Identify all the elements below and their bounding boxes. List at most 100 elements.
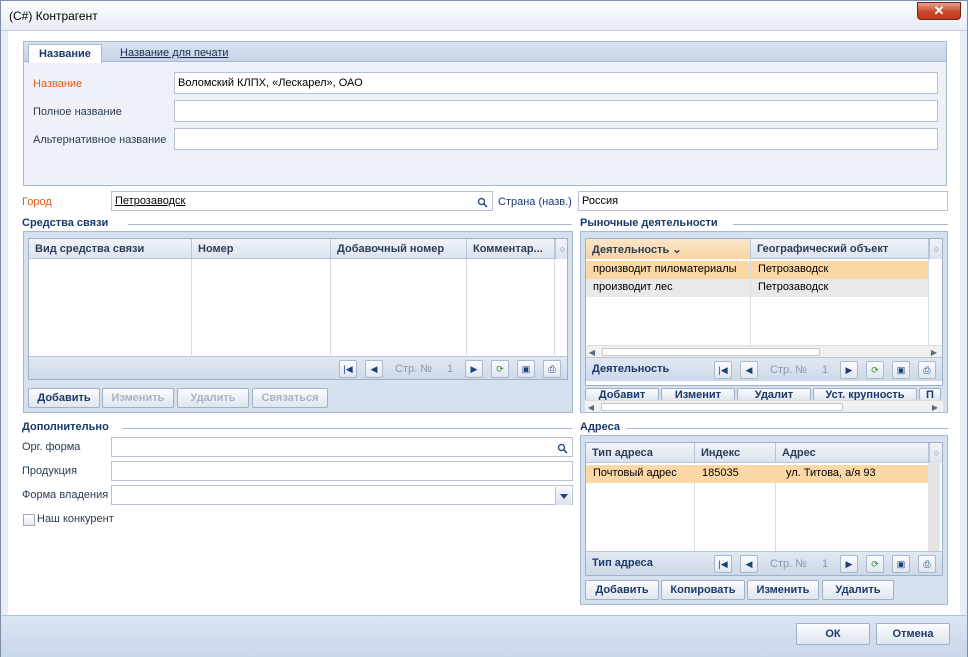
chevron-down-icon[interactable] [555, 487, 571, 505]
refresh-icon[interactable]: ⟳ [491, 360, 509, 378]
add-address-button[interactable]: Добавить [585, 580, 659, 600]
contractor-window: (C#) Контрагент ✕ Название Название для … [0, 0, 968, 657]
tab-strip: Название Название для печати [24, 42, 946, 63]
first-page-icon[interactable]: |◀ [714, 361, 732, 379]
delete-activity-button[interactable]: Удалит [737, 388, 811, 400]
market-divider [733, 224, 948, 225]
col-geo-object[interactable]: Географический объект [751, 239, 929, 259]
col-contact-type[interactable]: Вид средства связи [29, 239, 192, 259]
delete-contact-button[interactable]: Удалить [177, 388, 249, 408]
sort-desc-icon: ⌄ [672, 244, 682, 256]
market-panel: Деятельность ⌄ Географический объект ○ п… [580, 231, 948, 413]
country-field[interactable]: Россия [578, 191, 948, 211]
table-row[interactable]: производит лес Петрозаводск [586, 279, 929, 297]
col-address-type[interactable]: Тип адреса [586, 443, 695, 463]
set-quality-button[interactable]: Уст. крупность [813, 388, 917, 400]
ok-button[interactable]: ОК [796, 623, 870, 645]
org-form-field[interactable] [111, 437, 573, 457]
col-comment[interactable]: Комментар... [467, 239, 555, 259]
market-section-title: Рыночные деятельности [580, 217, 718, 229]
name-field[interactable]: Воломский КЛПХ, «Лескарел», ОАО [174, 72, 938, 94]
next-page-icon[interactable]: ▶ [840, 555, 858, 573]
tab-name[interactable]: Название [28, 44, 102, 63]
cancel-button[interactable]: Отмена [876, 623, 950, 645]
addresses-vscroll[interactable] [928, 463, 940, 551]
col-activity[interactable]: Деятельность ⌄ [586, 239, 751, 259]
search-icon[interactable] [553, 439, 571, 457]
delete-address-button[interactable]: Удалить [822, 580, 894, 600]
col-index[interactable]: Индекс [695, 443, 776, 463]
next-page-icon[interactable]: ▶ [840, 361, 858, 379]
addresses-grid-header: Тип адреса Индекс Адрес [586, 443, 942, 463]
edit-contact-button[interactable]: Изменить [102, 388, 174, 408]
prev-page-icon[interactable]: ◀ [740, 555, 758, 573]
col-extension[interactable]: Добавочный номер [331, 239, 467, 259]
buttons-hscroll[interactable]: ◀ ▶ [585, 400, 943, 412]
col-address[interactable]: Адрес [776, 443, 929, 463]
more-activity-button[interactable]: П [919, 388, 941, 400]
addresses-column-chooser-icon[interactable]: ○ [929, 443, 942, 463]
save-icon[interactable]: ▣ [517, 360, 535, 378]
prev-page-icon[interactable]: ◀ [365, 360, 383, 378]
close-button[interactable]: ✕ [917, 2, 961, 20]
country-label: Страна (назв.) [498, 196, 572, 208]
save-icon[interactable]: ▣ [892, 361, 910, 379]
save-icon[interactable]: ▣ [892, 555, 910, 573]
contacts-panel: Вид средства связи Номер Добавочный номе… [23, 231, 573, 413]
fullname-field[interactable] [174, 100, 938, 122]
city-label: Город [22, 196, 52, 208]
column-chooser-icon[interactable]: ○ [555, 239, 567, 259]
contacts-section-title: Средства связи [22, 217, 109, 229]
competitor-label: Наш конкурент [37, 513, 114, 525]
addresses-footer-label: Тип адреса [592, 557, 653, 569]
market-footer-label: Деятельность [592, 363, 670, 375]
table-row[interactable]: производит пиломатериалы Петрозаводск [586, 261, 929, 279]
scroll-right-icon[interactable]: ▶ [929, 401, 941, 413]
connect-contact-button[interactable]: Связаться [252, 388, 328, 408]
refresh-icon[interactable]: ⟳ [866, 555, 884, 573]
addresses-grid: Тип адреса Индекс Адрес ○ Почтовый адрес… [585, 442, 943, 576]
table-row[interactable]: Почтовый адрес 185035 ул. Титова, а/я 93 [586, 465, 929, 483]
print-icon[interactable]: ⎙ [543, 360, 561, 378]
page-number: 1 [822, 364, 829, 376]
contacts-grid-footer: |◀ ◀ Стр. № 1 ▶ ⟳ ▣ ⎙ [29, 356, 567, 379]
market-grid-footer: Деятельность |◀ ◀ Стр. № 1 ▶ ⟳ ▣ ⎙ [586, 357, 942, 381]
prev-page-icon[interactable]: ◀ [740, 361, 758, 379]
names-panel: Название Название для печати Название Во… [23, 41, 947, 186]
scroll-left-icon[interactable]: ◀ [585, 401, 597, 413]
first-page-icon[interactable]: |◀ [339, 360, 357, 378]
market-grid-header: Деятельность ⌄ Географический объект [586, 239, 942, 259]
first-page-icon[interactable]: |◀ [714, 555, 732, 573]
contacts-grid: Вид средства связи Номер Добавочный номе… [28, 238, 568, 380]
copy-address-button[interactable]: Копировать [661, 580, 745, 600]
competitor-checkbox[interactable] [23, 514, 35, 526]
tab-print-name[interactable]: Название для печати [110, 44, 239, 63]
add-activity-button[interactable]: Добавит [585, 388, 659, 400]
refresh-icon[interactable]: ⟳ [866, 361, 884, 379]
addresses-divider [626, 428, 948, 429]
addresses-grid-footer: Тип адреса |◀ ◀ Стр. № 1 ▶ ⟳ ▣ ⎙ [586, 551, 942, 575]
market-column-chooser-icon[interactable]: ○ [929, 239, 942, 259]
addresses-panel: Тип адреса Индекс Адрес ○ Почтовый адрес… [580, 435, 948, 605]
title-bar: (C#) Контрагент ✕ [1, 1, 967, 31]
ownership-label: Форма владения [22, 489, 109, 501]
search-icon[interactable] [473, 193, 491, 211]
city-field[interactable]: Петрозаводск [111, 191, 493, 211]
next-page-icon[interactable]: ▶ [465, 360, 483, 378]
print-icon[interactable]: ⎙ [918, 361, 936, 379]
col-number[interactable]: Номер [192, 239, 331, 259]
dialog-footer: ОК Отмена [1, 615, 967, 657]
ownership-select[interactable] [111, 485, 573, 505]
altname-field[interactable] [174, 128, 938, 150]
fullname-label: Полное название [33, 106, 122, 118]
print-icon[interactable]: ⎙ [918, 555, 936, 573]
products-label: Продукция [22, 465, 78, 477]
products-field[interactable] [111, 461, 573, 481]
market-hscroll[interactable]: ◀ ▶ [586, 345, 942, 357]
page-label: Стр. № [770, 558, 808, 570]
edit-address-button[interactable]: Изменить [747, 580, 819, 600]
edit-activity-button[interactable]: Изменит [661, 388, 735, 400]
page-number: 1 [447, 363, 454, 375]
name-label: Название [33, 78, 83, 90]
add-contact-button[interactable]: Добавить [28, 388, 100, 408]
